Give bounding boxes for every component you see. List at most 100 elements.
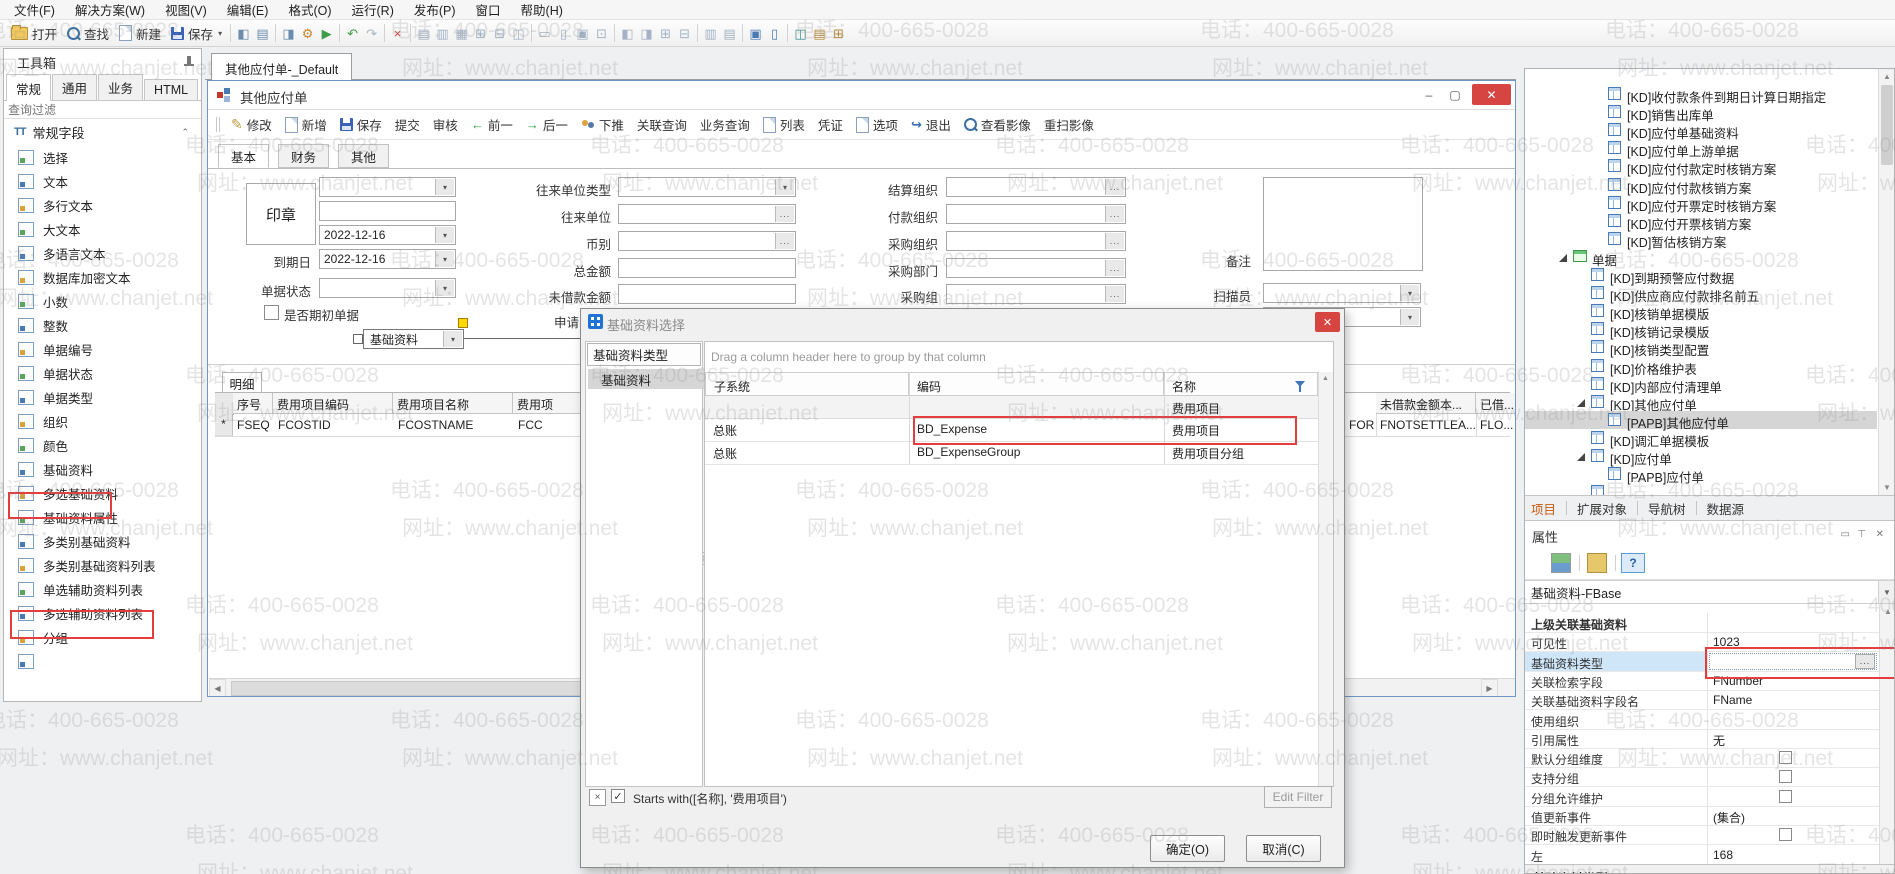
filter-close-button[interactable]: × bbox=[589, 789, 606, 806]
same-height-icon[interactable]: ▯ bbox=[554, 24, 573, 42]
tree-item-[KD]应付付款核销方案[interactable]: [KD]应付付款核销方案 bbox=[1525, 176, 1877, 194]
menu-item-7[interactable]: 发布(P) bbox=[404, 0, 466, 20]
tree-item-[KD]应付付款定时核销方案[interactable]: [KD]应付付款定时核销方案 bbox=[1525, 157, 1877, 175]
tree-item-[KD]供应商应付款排名前五[interactable]: [KD]供应商应付款排名前五 bbox=[1525, 284, 1877, 302]
toolbox-item-多类别基础资料列表[interactable]: 多类别基础资料列表 bbox=[4, 553, 201, 577]
toolbox-tab-通用[interactable]: 通用 bbox=[52, 74, 97, 100]
column-header-序号[interactable]: 序号 bbox=[233, 393, 273, 414]
panel-tab-数据源[interactable]: 数据源 bbox=[1707, 499, 1745, 518]
property-row-即时触发更新事件[interactable]: 即时触发更新事件 bbox=[1525, 825, 1879, 845]
tree-item-[KD]核销类型配置[interactable]: [KD]核销类型配置 bbox=[1525, 338, 1877, 356]
same-size-icon[interactable]: ▣ bbox=[573, 24, 592, 42]
ok-button[interactable]: 确定(O) bbox=[1150, 835, 1225, 862]
property-row-值更新事件[interactable]: 值更新事件(集合) bbox=[1525, 806, 1879, 826]
toolbox-item-基础资料[interactable]: 基础资料 bbox=[4, 457, 201, 481]
grid-cell[interactable]: 总账 bbox=[713, 422, 907, 439]
expander-icon[interactable] bbox=[1559, 254, 1567, 262]
grid-cell[interactable]: FCOSTNAME bbox=[398, 418, 508, 432]
panel-tab-扩展对象[interactable]: 扩展对象 bbox=[1577, 499, 1627, 518]
menu-item-1[interactable]: 文件(F) bbox=[4, 0, 65, 20]
toolbox-item-多行文本[interactable]: 多行文本 bbox=[4, 193, 201, 217]
tree-item-[PAPB]其他应付单[interactable]: [PAPB]其他应付单 bbox=[1525, 411, 1877, 429]
toolbox-item-选择[interactable]: 选择 bbox=[4, 145, 201, 169]
toolbox-item-单选辅助资料列表[interactable]: 单选辅助资料列表 bbox=[4, 577, 201, 601]
decrease-spacing-icon[interactable]: ⊟ bbox=[675, 24, 694, 42]
grid-cell[interactable]: FCOSTID bbox=[278, 418, 388, 432]
filter-cell[interactable]: 费用项目 bbox=[1172, 400, 1312, 417]
toolbox-tab-业务[interactable]: 业务 bbox=[98, 74, 143, 100]
tree-scrollbar[interactable]: ▲ ▼ bbox=[1878, 69, 1895, 495]
property-checkbox[interactable] bbox=[1779, 828, 1792, 841]
tree-item-[KD]暂估核销方案[interactable]: [KD]暂估核销方案 bbox=[1525, 230, 1877, 248]
toolbox-item-单据状态[interactable]: 单据状态 bbox=[4, 361, 201, 385]
vertical-spacing-icon[interactable]: ◨ bbox=[637, 24, 656, 42]
property-row-引用属性[interactable]: 引用属性无 bbox=[1525, 729, 1879, 749]
align-bottom-icon[interactable]: ◫ bbox=[509, 24, 528, 42]
view-code-icon[interactable]: ▤ bbox=[810, 24, 829, 42]
open-button[interactable]: 打开 bbox=[6, 22, 62, 45]
build-settings-icon[interactable]: ⚙ bbox=[298, 24, 317, 42]
form-tab-基本[interactable]: 基本 bbox=[218, 144, 269, 168]
find-button[interactable]: 查找 bbox=[62, 22, 114, 45]
align-left-icon[interactable]: ▤ bbox=[414, 24, 433, 42]
toolbox-item-小数[interactable]: 小数 bbox=[4, 289, 201, 313]
scroll-right-icon[interactable]: ▶ bbox=[1481, 679, 1498, 697]
toolbox-tab-常规[interactable]: 常规 bbox=[6, 74, 51, 101]
size-to-grid-icon[interactable]: ⊡ bbox=[592, 24, 611, 42]
panel-tab-导航树[interactable]: 导航树 bbox=[1648, 499, 1686, 518]
pin-icon[interactable]: ⊤ bbox=[1857, 529, 1866, 540]
tree-item-[PAPB]应付单[interactable]: [PAPB]应付单 bbox=[1525, 465, 1877, 483]
resize-handle-active[interactable] bbox=[458, 318, 468, 328]
property-row-使用组织[interactable]: 使用组织 bbox=[1525, 710, 1879, 730]
menu-item-8[interactable]: 窗口 bbox=[466, 0, 511, 20]
property-row-默认分组维度[interactable]: 默认分组维度 bbox=[1525, 748, 1879, 768]
pin-icon[interactable] bbox=[187, 56, 191, 64]
tree-item-[KD]价格维护表[interactable]: [KD]价格维护表 bbox=[1525, 357, 1877, 375]
tree-item-[KD]到期预警应付数据[interactable]: [KD]到期预警应付数据 bbox=[1525, 266, 1877, 284]
close-icon[interactable]: ✕ bbox=[1876, 529, 1884, 540]
grid-cell[interactable]: 总账 bbox=[713, 445, 907, 462]
same-width-icon[interactable]: ▭ bbox=[535, 24, 554, 42]
run-icon[interactable]: ▶ bbox=[317, 24, 336, 42]
horizontal-spacing-icon[interactable]: ◧ bbox=[618, 24, 637, 42]
column-header-子系统[interactable]: 子系统 bbox=[705, 372, 909, 396]
toolbox-item-颜色[interactable]: 颜色 bbox=[4, 433, 201, 457]
tree-item-[KD]应付开票定时核销方案[interactable]: [KD]应付开票定时核销方案 bbox=[1525, 194, 1877, 212]
increase-spacing-icon[interactable]: ⊞ bbox=[656, 24, 675, 42]
scroll-up-icon[interactable]: ▲ bbox=[1318, 375, 1333, 382]
toolbox-item-单据编号[interactable]: 单据编号 bbox=[4, 337, 201, 361]
ellipsis-button[interactable]: ... bbox=[1855, 654, 1875, 669]
align-top-icon[interactable]: ⊞ bbox=[471, 24, 490, 42]
toolbox-item-文本[interactable]: 文本 bbox=[4, 169, 201, 193]
center-vertical-icon[interactable]: ▤ bbox=[720, 24, 739, 42]
chevron-down-icon[interactable]: ▾ bbox=[218, 29, 222, 38]
property-row-可见性[interactable]: 可见性1023 bbox=[1525, 632, 1879, 652]
column-header-费用项[interactable]: 费用项 bbox=[513, 393, 588, 414]
save-button[interactable]: 保存▾ bbox=[166, 22, 227, 45]
expander-icon[interactable] bbox=[1577, 453, 1585, 461]
cancel-button[interactable]: 取消(C) bbox=[1246, 835, 1321, 862]
grid-cell[interactable]: BD_Expense bbox=[917, 422, 1162, 436]
splitter-dots-icon[interactable]: ⋮⋮ bbox=[699, 554, 703, 584]
new-button[interactable]: 新建 bbox=[114, 22, 166, 45]
object-selector[interactable]: 基础资料-FBase bbox=[1525, 580, 1879, 604]
grid-cell[interactable]: 费用项目 bbox=[1172, 422, 1316, 439]
filter-funnel-icon[interactable] bbox=[1295, 381, 1305, 387]
tree-item-[KD]应付单基础资料[interactable]: [KD]应付单基础资料 bbox=[1525, 121, 1877, 139]
column-header-right-2[interactable]: 已借... bbox=[1476, 393, 1516, 414]
menu-item-2[interactable]: 解决方案(W) bbox=[65, 0, 155, 20]
detail-tab[interactable]: 明细 bbox=[222, 372, 262, 393]
center-horizontal-icon[interactable]: ▥ bbox=[701, 24, 720, 42]
tree-item-[KD]调汇单据模板[interactable]: [KD]调汇单据模板 bbox=[1525, 429, 1877, 447]
toolbox-item-分组[interactable]: 分组 bbox=[4, 625, 201, 649]
grid-cell[interactable]: BD_ExpenseGroup bbox=[917, 445, 1162, 459]
doc-info-icon[interactable]: ▤ bbox=[253, 24, 272, 42]
column-header-名称[interactable]: 名称 bbox=[1164, 372, 1318, 396]
grid-cell[interactable]: FLO... bbox=[1480, 418, 1516, 432]
resource-view-icon[interactable]: ⊞ bbox=[829, 24, 848, 42]
tree-item-partial[interactable] bbox=[1525, 483, 1877, 495]
toolbox-item-partial[interactable] bbox=[4, 649, 201, 673]
property-row-支持分组[interactable]: 支持分组 bbox=[1525, 767, 1879, 787]
tree-item-[KD]应付单上游单据[interactable]: [KD]应付单上游单据 bbox=[1525, 139, 1877, 157]
property-checkbox[interactable] bbox=[1779, 770, 1792, 783]
